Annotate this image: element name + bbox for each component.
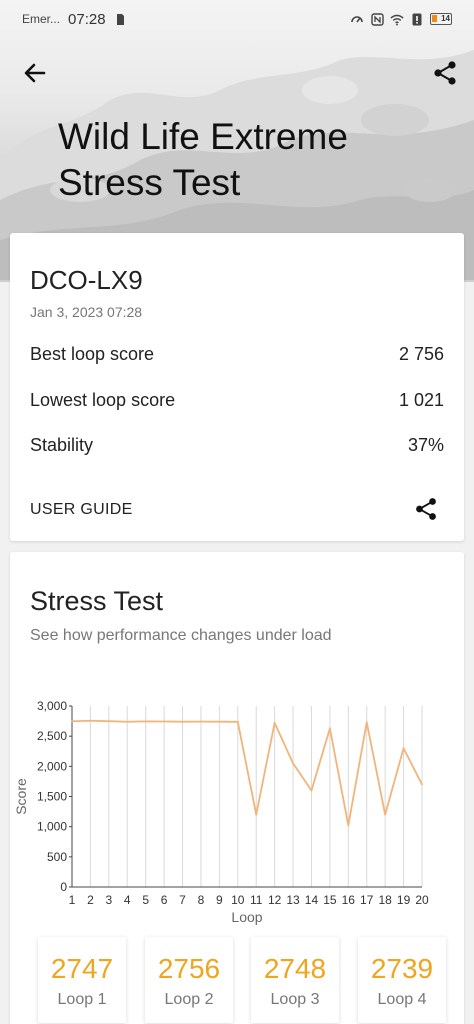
loop-score-label: Loop 4	[377, 991, 427, 1008]
score-point	[347, 824, 350, 827]
x-tick-label: 2	[87, 893, 94, 907]
speed-icon	[350, 12, 364, 26]
x-tick-label: 13	[286, 893, 300, 907]
x-tick-label: 17	[360, 893, 374, 907]
y-tick-label: 2,500	[37, 729, 67, 743]
loop-score-value: 2756	[157, 953, 221, 984]
x-tick-label: 15	[323, 893, 337, 907]
y-tick-label: 1,500	[37, 790, 67, 804]
stress-test-chart: 05001,0001,5002,0002,5003,0001 2 3 4 5 6 7 8 9 10…	[13, 699, 429, 925]
x-tick-label: 5	[142, 893, 149, 907]
x-tick-label: 12	[268, 893, 282, 907]
alert-icon	[410, 12, 424, 26]
lowest-loop-row: Lowest loop score 1 021	[30, 390, 444, 411]
share-icon	[416, 498, 436, 520]
result-summary-card: DCO-LX9 Jan 3, 2023 07:28 Best loop scor…	[10, 233, 464, 541]
loop-score-card[interactable]: 2739 Loop 4	[358, 937, 446, 1023]
loop-score-card[interactable]: 2748 Loop 3	[251, 937, 339, 1023]
device-name: DCO-LX9	[30, 265, 143, 295]
x-tick-label: 14	[305, 893, 319, 907]
score-series-line	[71, 719, 423, 827]
score-point	[273, 721, 276, 724]
score-point	[292, 762, 294, 765]
best-loop-label: Best loop score	[30, 344, 155, 364]
share-button-card[interactable]	[412, 495, 440, 523]
share-icon	[434, 61, 456, 85]
loop-score-label: Loop 3	[270, 991, 320, 1008]
y-tick-label: 2,000	[37, 759, 67, 773]
user-guide-link[interactable]: USER GUIDE	[30, 501, 133, 519]
stress-test-subtitle: See how performance changes under load	[30, 627, 332, 644]
y-tick-label: 0	[60, 880, 67, 894]
score-point	[384, 813, 387, 816]
y-axis-label: Score	[13, 778, 29, 815]
x-tick-label: 11	[250, 893, 263, 907]
loop-score-card[interactable]: 2756 Loop 2	[145, 937, 233, 1023]
score-point	[107, 720, 110, 723]
x-tick-label: 8	[198, 893, 205, 907]
arrow-left-icon	[24, 63, 46, 83]
battery-icon: 14	[430, 13, 452, 25]
score-point	[255, 813, 258, 816]
x-tick-label: 10	[231, 893, 245, 907]
share-button-header[interactable]	[430, 58, 460, 88]
score-point	[181, 720, 184, 723]
loop-score-card[interactable]: 2747 Loop 1	[38, 937, 126, 1023]
loop-score-value: 2747	[50, 953, 114, 984]
sim-icon	[114, 12, 128, 26]
lowest-loop-label: Lowest loop score	[30, 390, 176, 410]
x-tick-label: 20	[415, 893, 429, 907]
x-tick-label: 19	[397, 893, 411, 907]
status-bar: Emer... 07:28 14	[0, 0, 474, 38]
score-point	[218, 720, 221, 723]
x-tick-label: 16	[342, 893, 356, 907]
best-loop-row: Best loop score 2 756	[30, 344, 444, 365]
page-title: Wild Life Extreme Stress Test	[58, 116, 348, 203]
x-tick-label: 6	[161, 893, 168, 907]
stability-label: Stability	[30, 435, 94, 455]
score-point	[421, 783, 423, 786]
wifi-icon	[390, 12, 404, 26]
loop-score-value: 2739	[370, 953, 434, 984]
loop-score-value: 2748	[263, 953, 327, 984]
stress-test-title: Stress Test	[30, 586, 164, 616]
stress-test-card: Stress Test See how performance changes …	[10, 552, 464, 1024]
score-point	[200, 720, 202, 723]
x-tick-label: 9	[216, 893, 223, 907]
score-point	[402, 747, 405, 750]
score-point	[89, 719, 92, 722]
score-point	[71, 720, 73, 723]
score-point	[328, 727, 331, 730]
best-loop-value: 2 756	[398, 344, 444, 364]
battery-level: 14	[441, 14, 450, 23]
score-point	[310, 789, 313, 792]
y-tick-label: 3,000	[37, 699, 67, 713]
score-point	[163, 720, 166, 723]
back-button[interactable]	[20, 58, 50, 88]
score-point	[365, 721, 368, 724]
carrier-label: Emer...	[22, 12, 61, 26]
score-point	[144, 720, 147, 723]
x-axis-label: Loop	[231, 909, 262, 925]
stability-value: 37%	[407, 435, 444, 455]
loop-score-label: Loop 1	[57, 991, 107, 1008]
x-tick-label: 3	[105, 893, 112, 907]
test-date: Jan 3, 2023 07:28	[30, 304, 143, 320]
score-point	[126, 720, 129, 723]
x-tick-label: 1	[69, 893, 76, 907]
x-tick-label: 4	[124, 893, 131, 907]
clock: 07:28	[68, 10, 106, 28]
y-tick-label: 500	[47, 850, 67, 864]
stability-row: Stability 37%	[30, 435, 444, 456]
y-tick-label: 1,000	[37, 820, 67, 834]
lowest-loop-value: 1 021	[398, 390, 444, 410]
loop-score-label: Loop 2	[164, 991, 214, 1008]
nfc-icon	[370, 12, 384, 26]
score-point	[236, 720, 239, 723]
x-tick-label: 7	[179, 893, 186, 907]
x-tick-label: 18	[378, 893, 392, 907]
